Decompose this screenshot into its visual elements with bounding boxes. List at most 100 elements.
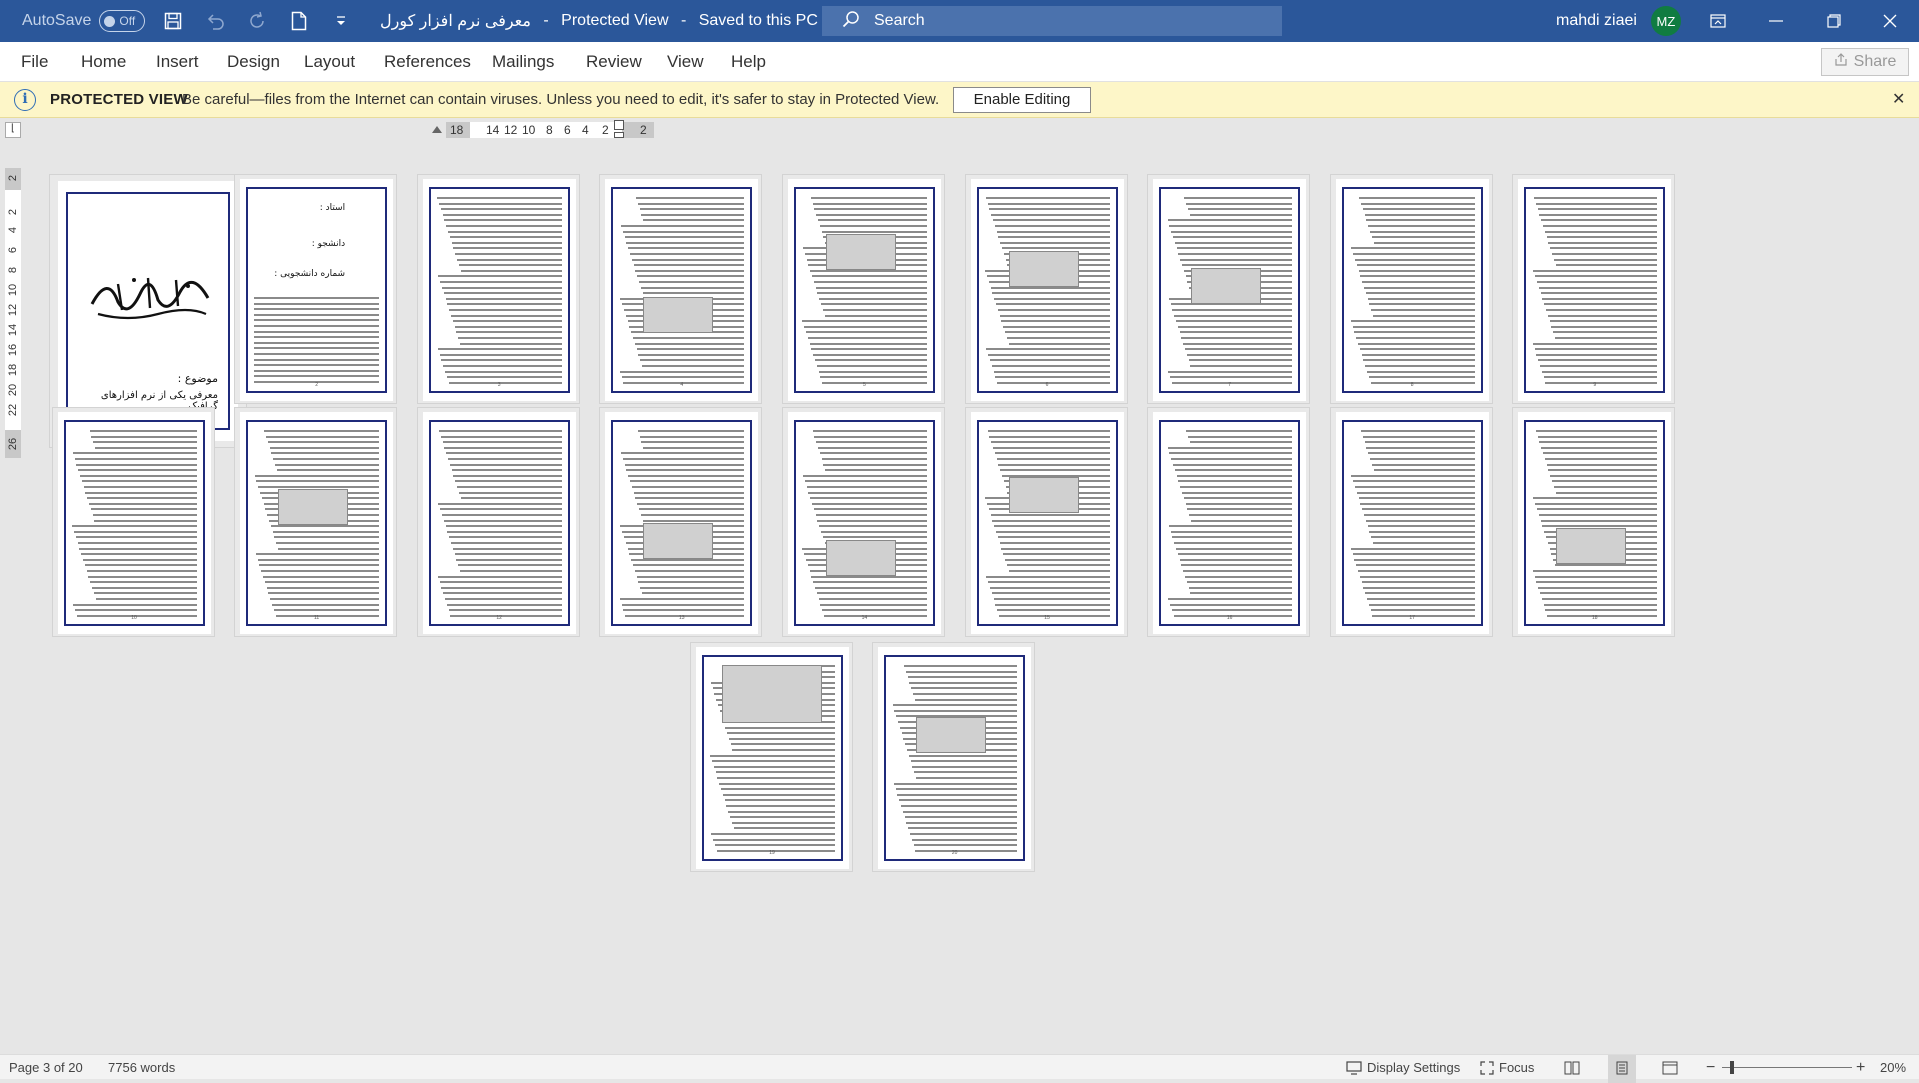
page-thumbnail[interactable]: 3 xyxy=(422,179,576,401)
document-title[interactable]: معرفی نرم افزار کورل - Protected View - … xyxy=(380,0,836,42)
redo-icon[interactable] xyxy=(243,7,271,35)
page-slot[interactable]: 7 xyxy=(1147,174,1311,404)
page-thumbnail[interactable]: 9 xyxy=(1518,179,1672,401)
tab-help[interactable]: Help xyxy=(731,42,766,82)
page-thumbnail[interactable]: 5 xyxy=(787,179,941,401)
display-settings-button[interactable]: Display Settings xyxy=(1346,1055,1460,1080)
close-icon[interactable]: ✕ xyxy=(1892,82,1905,118)
text-line xyxy=(639,208,745,211)
page-thumbnail[interactable]: استاد : دانشجو : شماره دانشجویی : 2 xyxy=(240,179,394,401)
page-thumbnail[interactable]: 6 xyxy=(970,179,1124,401)
page-thumbnail[interactable]: 18 xyxy=(1518,412,1672,634)
page-slot[interactable]: 14 xyxy=(781,407,945,637)
text-line xyxy=(731,821,835,824)
search-box[interactable]: Search xyxy=(822,6,1282,36)
page-thumbnail[interactable]: 13 xyxy=(605,412,759,634)
tab-mailings[interactable]: Mailings xyxy=(492,42,554,82)
text-line xyxy=(449,536,562,539)
text-line xyxy=(1360,275,1475,278)
zoom-out-icon[interactable]: − xyxy=(1706,1055,1715,1080)
page-slot[interactable]: 12 xyxy=(416,407,580,637)
page-slot[interactable]: 18 xyxy=(1512,407,1676,637)
page-slot[interactable]: 19 xyxy=(689,642,853,872)
page-slot[interactable]: 5 xyxy=(781,174,945,404)
page-thumbnail[interactable]: 10 xyxy=(57,412,211,634)
document-canvas[interactable]: موضوع : معرفی یکی از نرم افزارهای گرافیک… xyxy=(24,142,1919,1042)
tab-file[interactable]: File xyxy=(21,42,48,82)
text-line xyxy=(254,330,380,333)
page-thumbnail[interactable]: 14 xyxy=(787,412,941,634)
text-line xyxy=(641,213,745,216)
subject-label: موضوع : xyxy=(177,372,218,385)
page-slot[interactable]: 20 xyxy=(872,642,1036,872)
page-slot[interactable]: 9 xyxy=(1512,174,1676,404)
page-slot[interactable]: 10 xyxy=(51,407,215,637)
display-settings-icon xyxy=(1346,1060,1362,1075)
page-cover[interactable]: موضوع : معرفی یکی از نرم افزارهای گرافیک… xyxy=(58,181,238,441)
page-slot[interactable]: 3 xyxy=(416,174,580,404)
page-thumbnail[interactable]: 20 xyxy=(878,647,1032,869)
focus-button[interactable]: Focus xyxy=(1480,1055,1534,1080)
page-thumbnail[interactable]: 12 xyxy=(422,412,576,634)
page-thumbnail[interactable]: 15 xyxy=(970,412,1124,634)
autosave-toggle[interactable]: AutoSave Off xyxy=(22,10,146,32)
page-indicator[interactable]: Page 3 of 20 xyxy=(9,1055,83,1080)
zoom-in-icon[interactable]: + xyxy=(1856,1055,1865,1080)
page-slot[interactable]: 17 xyxy=(1329,407,1493,637)
text-line xyxy=(999,314,1110,317)
enable-editing-button[interactable]: Enable Editing xyxy=(953,87,1091,113)
page-thumbnail[interactable]: 16 xyxy=(1153,412,1307,634)
text-line xyxy=(1538,286,1658,289)
share-button[interactable]: Share xyxy=(1821,48,1909,76)
restore-icon[interactable] xyxy=(1805,0,1863,42)
text-line xyxy=(452,547,562,550)
text-line xyxy=(1373,469,1475,472)
page-thumbnail[interactable]: 7 xyxy=(1153,179,1307,401)
tab-references[interactable]: References xyxy=(384,42,471,82)
tab-home[interactable]: Home xyxy=(81,42,126,82)
avatar[interactable]: MZ xyxy=(1650,6,1681,36)
ruler-strip[interactable]: 18 14 12 10 8 6 4 2 2 xyxy=(432,120,654,138)
page-slot[interactable]: 4 xyxy=(599,174,763,404)
zoom-thumb[interactable] xyxy=(1730,1061,1734,1074)
text-line xyxy=(254,369,380,372)
customize-toolbar-icon[interactable] xyxy=(327,7,355,35)
text-line xyxy=(268,592,380,595)
close-icon[interactable] xyxy=(1861,0,1919,42)
tab-layout[interactable]: Layout xyxy=(304,42,355,82)
indent-marker[interactable] xyxy=(614,120,624,130)
new-document-icon[interactable] xyxy=(285,7,313,35)
tab-insert[interactable]: Insert xyxy=(156,42,199,82)
indent-marker[interactable] xyxy=(614,132,624,138)
save-icon[interactable] xyxy=(159,7,187,35)
ribbon-display-icon[interactable] xyxy=(1689,0,1747,42)
page-thumbnail[interactable]: 4 xyxy=(605,179,759,401)
page-thumbnail[interactable]: 17 xyxy=(1335,412,1489,634)
text-line xyxy=(1550,474,1658,477)
page-slot[interactable]: استاد : دانشجو : شماره دانشجویی : 2 xyxy=(234,174,398,404)
page-slot[interactable]: 13 xyxy=(599,407,763,637)
page-slot[interactable]: 6 xyxy=(964,174,1128,404)
page-thumbnail[interactable]: 19 xyxy=(695,647,849,869)
text-line xyxy=(642,519,745,522)
text-line xyxy=(95,598,197,600)
word-count[interactable]: 7756 words xyxy=(108,1055,175,1080)
page-thumbnail[interactable]: 11 xyxy=(240,412,394,634)
tab-review[interactable]: Review xyxy=(586,42,642,82)
autosave-switch[interactable]: Off xyxy=(99,10,146,32)
zoom-level[interactable]: 20% xyxy=(1880,1055,1906,1080)
tab-selector-icon[interactable]: ⌊ xyxy=(5,122,21,138)
page-slot[interactable]: 15 xyxy=(964,407,1128,637)
minimize-icon[interactable] xyxy=(1747,0,1805,42)
page-slot[interactable]: 8 xyxy=(1329,174,1493,404)
page-thumbnail[interactable]: 8 xyxy=(1335,179,1489,401)
text-line xyxy=(816,365,927,367)
tab-view[interactable]: View xyxy=(667,42,704,82)
account[interactable]: mahdi ziaei MZ xyxy=(1556,0,1681,42)
undo-icon[interactable] xyxy=(201,7,229,35)
indent-marker[interactable] xyxy=(432,126,442,133)
page-slot[interactable]: 16 xyxy=(1147,407,1311,637)
page-slot[interactable]: 11 xyxy=(234,407,398,637)
ruler-number: 10 xyxy=(522,123,536,137)
tab-design[interactable]: Design xyxy=(227,42,280,82)
